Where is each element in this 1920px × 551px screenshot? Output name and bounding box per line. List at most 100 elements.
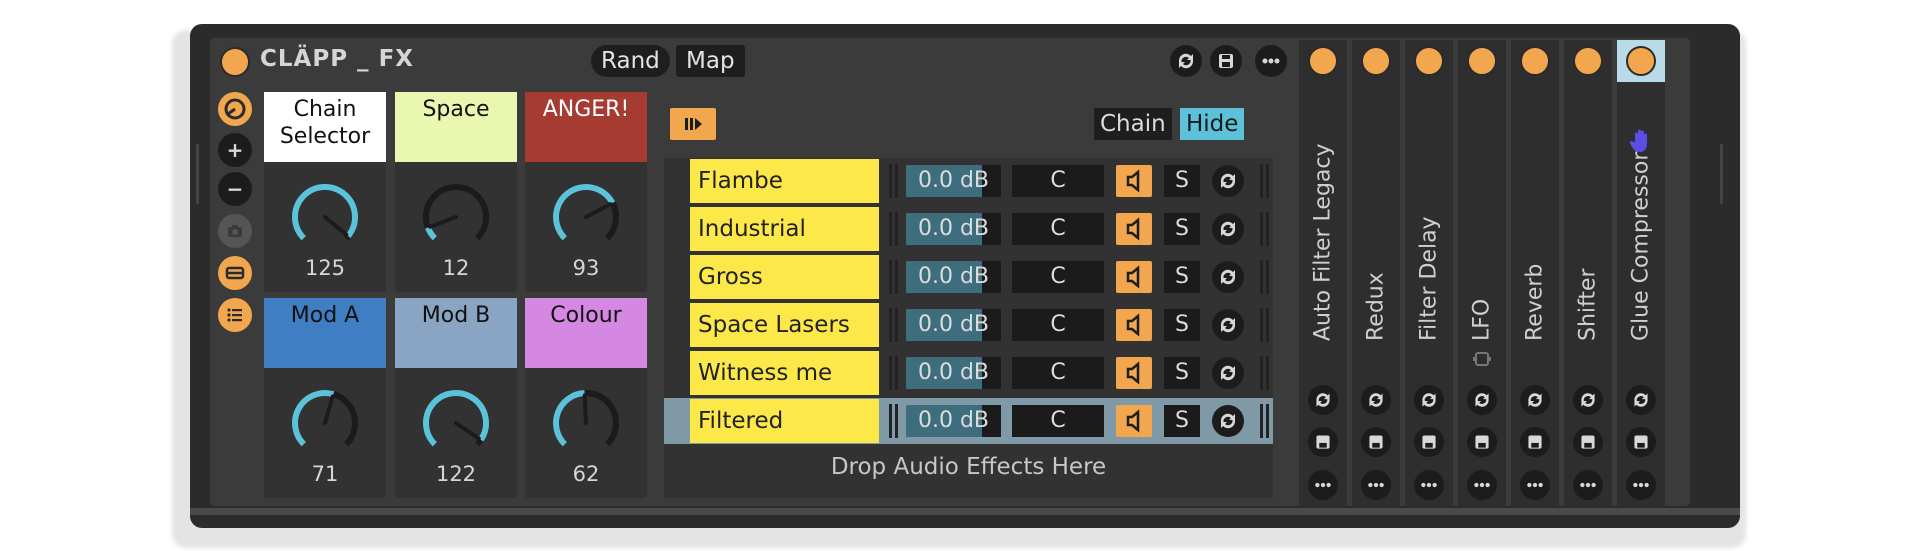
device-hot-swap-icon[interactable] [1520,385,1550,415]
chain-activator-speaker-icon[interactable] [1116,357,1152,389]
chain-volume-field[interactable]: 0.0 dB [906,405,1001,437]
device-title[interactable]: Shifter [1564,66,1612,366]
rack-power-button[interactable] [220,47,250,77]
device-more-options-icon[interactable] [1626,470,1656,500]
chain-name[interactable]: Gross [690,255,879,299]
macro-variations-icon[interactable] [218,92,252,126]
more-options-icon[interactable] [1255,45,1287,77]
chain-name[interactable]: Witness me [690,351,879,395]
chain-name[interactable]: Space Lasers [690,303,879,347]
chain-pan-field[interactable]: C [1012,213,1104,245]
snapshot-camera-icon[interactable] [218,214,252,248]
macro-3-knob[interactable] [549,180,623,254]
device-title[interactable]: Auto Filter Legacy [1299,66,1347,366]
chain-volume-field[interactable]: 0.0 dB [906,165,1001,197]
device-lfo: LFO [1458,40,1506,506]
device-hot-swap-icon[interactable] [1308,385,1338,415]
macro-5-knob[interactable] [419,386,493,460]
chain-row[interactable]: Industrial 0.0 dB C S [664,206,1273,252]
chain-activator-speaker-icon[interactable] [1116,165,1152,197]
chain-list-toggle-icon[interactable] [218,298,252,332]
macro-2-label[interactable]: Space [395,92,517,162]
device-title[interactable]: Redux [1352,66,1400,366]
device-save-icon[interactable] [1414,427,1444,457]
chain-toggle-button[interactable]: Chain [1094,108,1172,140]
device-more-options-icon[interactable] [1467,470,1497,500]
device-title[interactable]: Reverb [1511,66,1559,366]
device-title[interactable]: Filter Delay [1405,66,1453,366]
chain-volume-field[interactable]: 0.0 dB [906,261,1001,293]
device-title[interactable]: Glue Compressor [1617,66,1665,366]
macro-3-value: 93 [572,256,600,280]
chain-list-activator-button[interactable] [670,108,716,140]
macro-6-label[interactable]: Colour [525,298,647,368]
chain-activator-speaker-icon[interactable] [1116,213,1152,245]
chain-pan-field[interactable]: C [1012,357,1104,389]
rand-button[interactable]: Rand [591,45,670,77]
chain-volume-field[interactable]: 0.0 dB [906,213,1001,245]
device-save-icon[interactable] [1573,427,1603,457]
hot-swap-icon[interactable] [1170,45,1202,77]
device-hot-swap-icon[interactable] [1573,385,1603,415]
device-hot-swap-icon[interactable] [1467,385,1497,415]
chain-solo-button[interactable]: S [1164,405,1200,437]
device-more-options-icon[interactable] [1573,470,1603,500]
device-hot-swap-icon[interactable] [1626,385,1656,415]
device-more-options-icon[interactable] [1414,470,1444,500]
device-more-options-icon[interactable] [1361,470,1391,500]
chain-hot-swap-icon[interactable] [1212,213,1244,245]
chain-hot-swap-icon[interactable] [1212,405,1244,437]
chain-activator-speaker-icon[interactable] [1116,309,1152,341]
chain-hot-swap-icon[interactable] [1212,165,1244,197]
chain-row[interactable]: Space Lasers 0.0 dB C S [664,302,1273,348]
device-auto-filter-legacy: Auto Filter Legacy [1299,40,1347,506]
device-title[interactable]: LFO [1458,66,1506,366]
chain-solo-button[interactable]: S [1164,213,1200,245]
chain-name[interactable]: Filtered [690,399,879,443]
device-hot-swap-icon[interactable] [1414,385,1444,415]
chain-solo-button[interactable]: S [1164,165,1200,197]
macro-1-knob[interactable] [288,180,362,254]
device-save-icon[interactable] [1520,427,1550,457]
add-macro-icon[interactable]: + [218,133,252,167]
macro-2-knob[interactable] [419,180,493,254]
device-save-icon[interactable] [1308,427,1338,457]
chain-name[interactable]: Flambe [690,159,879,203]
chain-row-selected[interactable]: Filtered 0.0 dB C S [664,398,1273,444]
device-more-options-icon[interactable] [1308,470,1338,500]
device-save-icon[interactable] [1467,427,1497,457]
macro-5-label[interactable]: Mod B [395,298,517,368]
device-hot-swap-icon[interactable] [1361,385,1391,415]
chain-activator-speaker-icon[interactable] [1116,261,1152,293]
chain-row[interactable]: Witness me 0.0 dB C S [664,350,1273,396]
chain-row[interactable]: Gross 0.0 dB C S [664,254,1273,300]
macro-4-knob[interactable] [288,386,362,460]
save-preset-icon[interactable] [1210,45,1242,77]
device-save-icon[interactable] [1626,427,1656,457]
chain-pan-field[interactable]: C [1012,261,1104,293]
chain-volume-field[interactable]: 0.0 dB [906,357,1001,389]
chain-name[interactable]: Industrial [690,207,879,251]
chain-solo-button[interactable]: S [1164,309,1200,341]
chain-activator-speaker-icon[interactable] [1116,405,1152,437]
chain-solo-button[interactable]: S [1164,261,1200,293]
chain-hot-swap-icon[interactable] [1212,261,1244,293]
chain-hot-swap-icon[interactable] [1212,309,1244,341]
chain-row[interactable]: Flambe 0.0 dB C S [664,158,1273,204]
macro-6-knob[interactable] [549,386,623,460]
chain-pan-field[interactable]: C [1012,309,1104,341]
chain-pan-field[interactable]: C [1012,165,1104,197]
chain-hot-swap-icon[interactable] [1212,357,1244,389]
randomize-variation-icon[interactable] [218,256,252,290]
map-button[interactable]: Map [676,45,745,77]
chain-solo-button[interactable]: S [1164,357,1200,389]
macro-3-label[interactable]: ANGER! [525,92,647,162]
device-more-options-icon[interactable] [1520,470,1550,500]
macro-1-label[interactable]: Chain Selector [264,92,386,162]
chain-volume-field[interactable]: 0.0 dB [906,309,1001,341]
device-save-icon[interactable] [1361,427,1391,457]
macro-4-label[interactable]: Mod A [264,298,386,368]
hide-toggle-button[interactable]: Hide [1180,108,1245,140]
chain-pan-field[interactable]: C [1012,405,1104,437]
remove-macro-icon[interactable]: − [218,172,252,206]
